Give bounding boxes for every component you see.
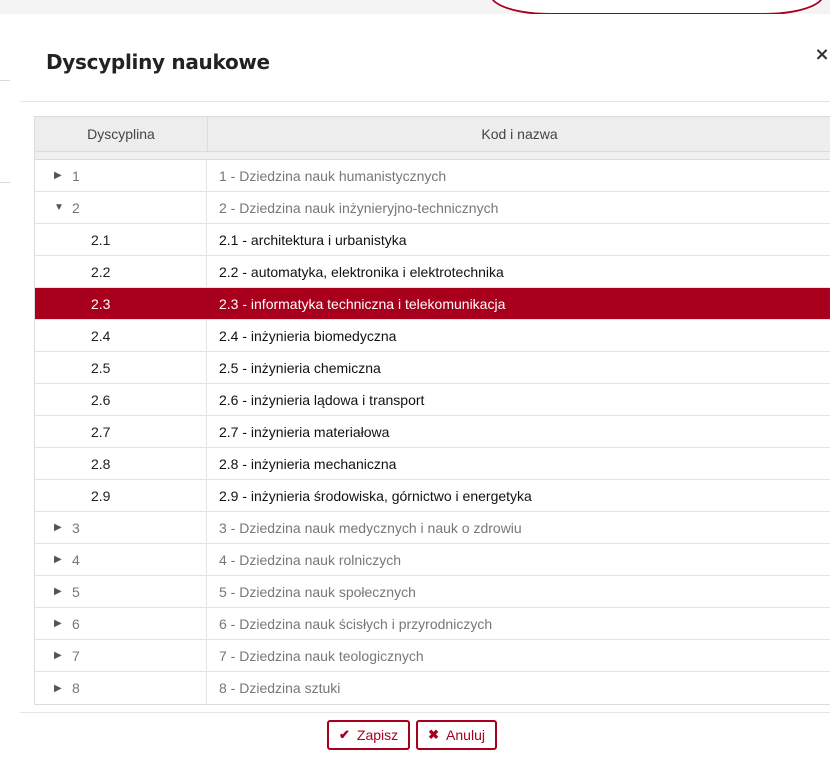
caret-right-icon[interactable]: ▶ bbox=[54, 618, 66, 629]
discipline-code: 2.9 bbox=[91, 487, 111, 504]
discipline-code-cell: 2.7 bbox=[35, 416, 207, 447]
discipline-code-cell: ▶ 3 bbox=[35, 512, 207, 543]
domain-row[interactable]: ▶ 1 1 - Dziedzina nauk humanistycznych bbox=[35, 160, 830, 192]
domain-row[interactable]: ▶ 8 8 - Dziedzina sztuki bbox=[35, 672, 830, 704]
discipline-code: 2.4 bbox=[91, 327, 111, 344]
discipline-code: 2.7 bbox=[91, 423, 111, 440]
discipline-name: 2.5 - inżynieria chemiczna bbox=[219, 359, 381, 376]
discipline-code: 7 bbox=[72, 647, 80, 664]
discipline-name: 6 - Dziedzina nauk ścisłych i przyrodnic… bbox=[219, 615, 493, 632]
discipline-name: 5 - Dziedzina nauk społecznych bbox=[219, 583, 416, 600]
column-header-code-name[interactable]: Kod i nazwa bbox=[208, 117, 830, 151]
modal-title: Dyscypliny naukowe bbox=[46, 50, 270, 74]
domain-row[interactable]: ▶ 4 4 - Dziedzina nauk rolniczych bbox=[35, 544, 830, 576]
discipline-code: 8 bbox=[72, 680, 80, 696]
caret-right-icon[interactable]: ▶ bbox=[54, 554, 66, 565]
caret-right-icon[interactable]: ▶ bbox=[54, 586, 66, 597]
discipline-code: 3 bbox=[72, 519, 80, 536]
discipline-name: 8 - Dziedzina sztuki bbox=[219, 680, 341, 696]
times-icon: ✖ bbox=[428, 727, 440, 742]
discipline-name: 2.2 - automatyka, elektronika i elektrot… bbox=[219, 263, 504, 280]
footer-divider bbox=[20, 712, 830, 713]
discipline-row[interactable]: 2.7 2.7 - inżynieria materiałowa bbox=[35, 416, 830, 448]
discipline-name: 2.3 - informatyka techniczna i telekomun… bbox=[219, 295, 506, 312]
domain-row[interactable]: ▶ 7 7 - Dziedzina nauk teologicznych bbox=[35, 640, 830, 672]
footer-buttons: ✔ Zapisz ✖ Anuluj bbox=[327, 720, 497, 750]
discipline-name: 2.8 - inżynieria mechaniczna bbox=[219, 455, 397, 472]
discipline-code-cell: 2.5 bbox=[35, 352, 207, 383]
discipline-code: 2 bbox=[72, 199, 80, 216]
discipline-code-cell: ▶ 4 bbox=[35, 544, 207, 575]
discipline-code-cell: 2.6 bbox=[35, 384, 207, 415]
cancel-button-label: Anuluj bbox=[446, 727, 485, 743]
discipline-code: 2.1 bbox=[91, 231, 111, 248]
save-button-label: Zapisz bbox=[356, 727, 399, 743]
grid-rows: ▶ 1 1 - Dziedzina nauk humanistycznych ▼ 2 2 … bbox=[34, 159, 830, 705]
discipline-name: 2.6 - inżynieria lądowa i transport bbox=[219, 391, 425, 408]
discipline-code: 2.5 bbox=[91, 359, 111, 376]
discipline-code: 1 bbox=[72, 167, 80, 184]
caret-down-icon[interactable]: ▼ bbox=[54, 202, 66, 213]
caret-right-icon[interactable]: ▶ bbox=[54, 650, 66, 661]
discipline-row[interactable]: 2.9 2.9 - inżynieria środowiska, górnictw… bbox=[35, 480, 830, 512]
discipline-code: 6 bbox=[72, 615, 80, 632]
discipline-name: 2.1 - architektura i urbanistyka bbox=[219, 231, 407, 248]
domain-row[interactable]: ▶ 6 6 - Dziedzina nauk ścisłych i przyrodn… bbox=[35, 608, 830, 640]
discipline-code-cell: 2.2 bbox=[35, 256, 207, 287]
disciplines-grid: Dyscyplina Kod i nazwa ▶ 1 1 - Dziedzina n… bbox=[22, 102, 830, 712]
domain-row[interactable]: ▶ 5 5 - Dziedzina nauk społecznych bbox=[35, 576, 830, 608]
discipline-name: 7 - Dziedzina nauk teologicznych bbox=[219, 647, 424, 664]
discipline-row[interactable]: 2.4 2.4 - inżynieria biomedyczna bbox=[35, 320, 830, 352]
discipline-code-cell: ▶ 1 bbox=[35, 160, 207, 191]
discipline-code-cell: 2.1 bbox=[35, 224, 207, 255]
column-header-discipline[interactable]: Dyscyplina bbox=[35, 117, 208, 151]
discipline-row[interactable]: 2.3 2.3 - informatyka techniczna i teleko… bbox=[35, 288, 830, 320]
caret-right-icon[interactable]: ▶ bbox=[54, 522, 66, 533]
discipline-code-cell: 2.4 bbox=[35, 320, 207, 351]
discipline-code-cell: 2.3 bbox=[35, 288, 207, 319]
discipline-code-cell: 2.9 bbox=[35, 480, 207, 511]
background-highlight-outline bbox=[490, 0, 824, 15]
discipline-code: 2.8 bbox=[91, 455, 111, 472]
discipline-code-cell: ▶ 8 bbox=[35, 672, 207, 704]
domain-row[interactable]: ▼ 2 2 - Dziedzina nauk inżynieryjno-techni… bbox=[35, 192, 830, 224]
discipline-row[interactable]: 2.6 2.6 - inżynieria lądowa i transport bbox=[35, 384, 830, 416]
check-icon: ✔ bbox=[339, 727, 350, 742]
discipline-code-cell: ▶ 5 bbox=[35, 576, 207, 607]
discipline-name: 1 - Dziedzina nauk humanistycznych bbox=[219, 167, 447, 184]
discipline-code-cell: 2.8 bbox=[35, 448, 207, 479]
domain-row[interactable]: ▶ 3 3 - Dziedzina nauk medycznych i nauk o… bbox=[35, 512, 830, 544]
discipline-code: 2.6 bbox=[91, 391, 111, 408]
discipline-code: 4 bbox=[72, 551, 80, 568]
discipline-row[interactable]: 2.5 2.5 - inżynieria chemiczna bbox=[35, 352, 830, 384]
grid-header: Dyscyplina Kod i nazwa bbox=[34, 116, 830, 152]
save-button[interactable]: ✔ Zapisz bbox=[327, 720, 411, 750]
discipline-name: 2.9 - inżynieria środowiska, górnictwo i… bbox=[219, 487, 532, 504]
discipline-code: 2.3 bbox=[91, 295, 111, 312]
discipline-row[interactable]: 2.1 2.1 - architektura i urbanistyka bbox=[35, 224, 830, 256]
discipline-code-cell: ▶ 6 bbox=[35, 608, 207, 639]
discipline-name: 3 - Dziedzina nauk medycznych i nauk o z… bbox=[219, 519, 522, 536]
discipline-name: 2 - Dziedzina nauk inżynieryjno-technicz… bbox=[219, 199, 499, 216]
discipline-row[interactable]: 2.2 2.2 - automatyka, elektronika i elekt… bbox=[35, 256, 830, 288]
caret-right-icon[interactable]: ▶ bbox=[54, 683, 66, 694]
discipline-name: 2.4 - inżynieria biomedyczna bbox=[219, 327, 397, 344]
discipline-code-cell: ▼ 2 bbox=[35, 192, 207, 223]
cancel-button[interactable]: ✖ Anuluj bbox=[416, 720, 497, 750]
discipline-row[interactable]: 2.8 2.8 - inżynieria mechaniczna bbox=[35, 448, 830, 480]
discipline-code: 5 bbox=[72, 583, 80, 600]
disciplines-modal: Dyscypliny naukowe × Dyscyplina Kod i na… bbox=[10, 14, 830, 757]
discipline-name: 2.7 - inżynieria materiałowa bbox=[219, 423, 390, 440]
discipline-name: 4 - Dziedzina nauk rolniczych bbox=[219, 551, 402, 568]
discipline-code-cell: ▶ 7 bbox=[35, 640, 207, 671]
close-icon[interactable]: × bbox=[812, 44, 830, 65]
caret-right-icon[interactable]: ▶ bbox=[54, 170, 66, 181]
discipline-code: 2.2 bbox=[91, 263, 111, 280]
